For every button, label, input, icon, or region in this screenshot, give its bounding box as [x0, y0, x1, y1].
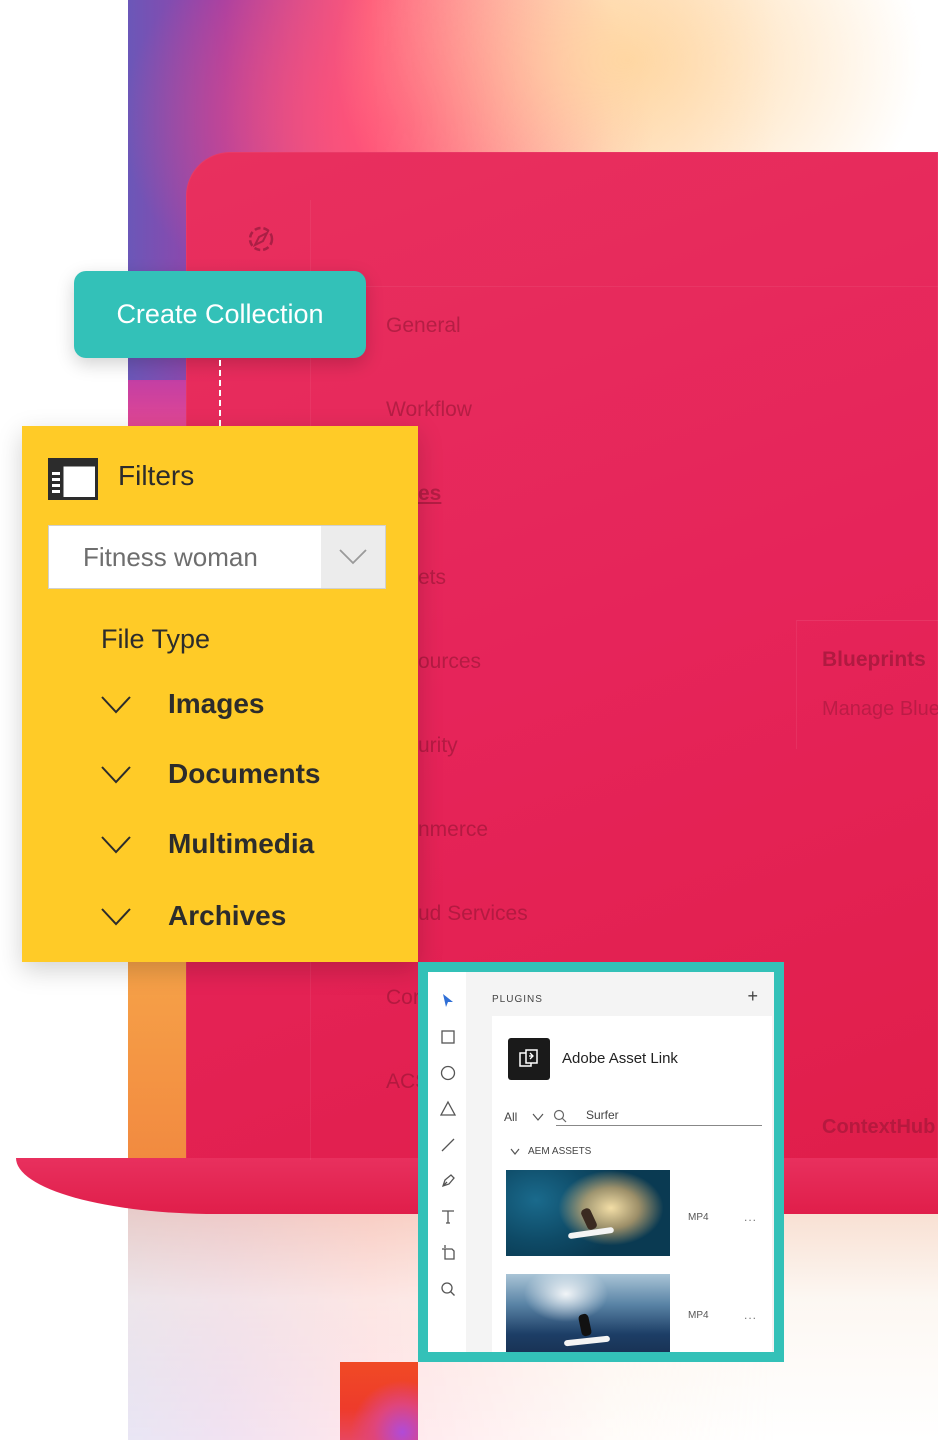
surfer-shape — [579, 1206, 599, 1232]
chevron-down-icon[interactable] — [532, 1112, 544, 1122]
artboard-tool-icon[interactable] — [439, 1244, 457, 1262]
nav-item-connections[interactable]: Cor — [386, 986, 420, 1010]
aem-assets-label: AEM ASSETS — [528, 1146, 592, 1157]
blueprints-subtitle: Manage Bluep — [822, 698, 938, 720]
nav-item-cloud-services[interactable]: ud Services — [418, 902, 528, 926]
asset-filter-all[interactable]: All — [504, 1110, 517, 1124]
filter-option-label: Images — [168, 688, 265, 719]
contexthub-title: ContextHub — [822, 1116, 936, 1138]
asset-type: MP4 — [688, 1310, 709, 1321]
filters-title: Filters — [118, 460, 195, 491]
asset-search-input[interactable] — [556, 1104, 762, 1126]
nav-item-assets[interactable]: ets — [418, 566, 446, 590]
filters-panel: Filters Fitness woman File Type Images D… — [22, 426, 418, 962]
rectangle-tool-icon[interactable] — [439, 1028, 457, 1046]
asset-thumbnail-surfer-ocean[interactable] — [506, 1274, 670, 1352]
compass-icon[interactable] — [246, 224, 276, 254]
filter-option-label: Archives — [168, 900, 287, 931]
blueprints-card[interactable] — [796, 620, 938, 749]
create-collection-button[interactable]: Create Collection — [74, 271, 366, 358]
filter-option-label: Documents — [168, 758, 321, 789]
chevron-down-icon[interactable] — [321, 526, 385, 588]
polygon-tool-icon[interactable] — [439, 1100, 457, 1118]
asset-type: MP4 — [688, 1212, 709, 1223]
nav-item-workflow[interactable]: Workflow — [386, 398, 472, 422]
chevron-down-icon — [101, 696, 131, 714]
plugins-window: PLUGINS + Adobe Asset Link All Surfer AE… — [418, 962, 784, 1362]
plugins-header: PLUGINS — [492, 994, 543, 1005]
filter-option-label: Multimedia — [168, 828, 315, 859]
plugins-window-content: PLUGINS + Adobe Asset Link All Surfer AE… — [428, 972, 774, 1352]
more-options-icon[interactable]: ... — [744, 1210, 757, 1224]
more-options-icon[interactable]: ... — [744, 1308, 757, 1322]
surfer-shape — [577, 1313, 593, 1337]
nav-item-security[interactable]: urity — [418, 734, 458, 758]
chevron-down-icon — [101, 766, 131, 784]
line-tool-icon[interactable] — [439, 1136, 457, 1154]
header-divider — [310, 286, 938, 287]
nav-item-general[interactable]: General — [386, 314, 461, 338]
blueprints-title: Blueprints — [822, 648, 926, 671]
background-orange-strip — [128, 960, 188, 1160]
text-tool-icon[interactable] — [439, 1208, 457, 1226]
chevron-down-icon — [101, 908, 131, 926]
file-type-label: File Type — [101, 624, 211, 654]
select-arrow-icon[interactable] — [439, 992, 457, 1010]
asset-link-logo-icon — [508, 1038, 550, 1080]
nav-item-resources[interactable]: ources — [418, 650, 481, 674]
chevron-down-icon — [101, 836, 131, 854]
plugins-panel: PLUGINS + Adobe Asset Link All Surfer AE… — [466, 972, 774, 1352]
asset-link-title: Adobe Asset Link — [562, 1050, 678, 1067]
chevron-down-icon — [510, 1148, 520, 1155]
surfboard-shape — [563, 1335, 611, 1347]
filters-panel-icon[interactable] — [48, 458, 98, 500]
add-plugin-button[interactable]: + — [747, 986, 758, 1007]
tool-bar — [428, 972, 467, 1352]
nav-item-sites[interactable]: es — [418, 482, 441, 506]
filter-search-value: Fitness woman — [83, 542, 258, 572]
pen-tool-icon[interactable] — [439, 1172, 457, 1190]
asset-thumbnail-surfer-wave[interactable] — [506, 1170, 670, 1256]
ellipse-tool-icon[interactable] — [439, 1064, 457, 1082]
filter-search-select[interactable]: Fitness woman — [48, 525, 386, 589]
asset-link-card: Adobe Asset Link All AEM ASSETS — [492, 1016, 772, 1352]
zoom-tool-icon[interactable] — [439, 1280, 457, 1298]
nav-item-commerce[interactable]: nmerce — [418, 818, 488, 842]
search-icon — [553, 1109, 567, 1123]
dashed-connector — [219, 360, 221, 426]
decorative-gradient-tile — [340, 1362, 418, 1440]
